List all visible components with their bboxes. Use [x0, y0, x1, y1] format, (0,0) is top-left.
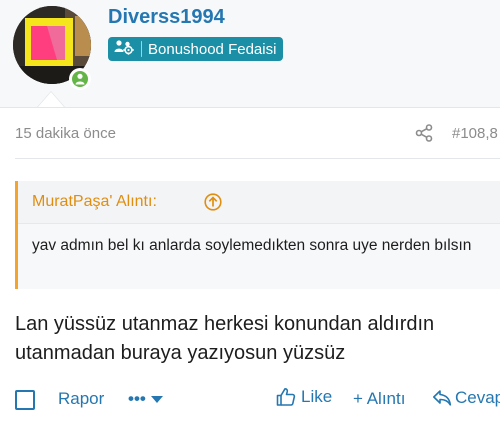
- user-title-badge: Bonushood Fedaisi: [108, 37, 284, 61]
- post-page: Diverss1994 Bonushood Fedaisi 15 dakika …: [0, 0, 500, 431]
- quote-header: MuratPaşa' Alıntı:: [18, 181, 500, 224]
- post-number-link[interactable]: #108,8: [452, 125, 498, 142]
- online-status-indicator: [69, 68, 91, 90]
- username-link[interactable]: Diverss1994: [108, 6, 225, 29]
- select-post-checkbox[interactable]: [15, 390, 35, 410]
- like-label: Like: [301, 387, 333, 406]
- chevron-down-icon: [150, 395, 163, 403]
- quote-block: MuratPaşa' Alıntı: yav admın bel kı anla…: [15, 181, 500, 289]
- share-icon[interactable]: [415, 124, 433, 147]
- post-user-header: Diverss1994 Bonushood Fedaisi: [0, 0, 500, 108]
- quote-author-link[interactable]: MuratPaşa' Alıntı:: [32, 193, 157, 211]
- report-link[interactable]: Rapor: [58, 389, 104, 409]
- post-actions-bar: Rapor ••• Like + Alıntı Cevap: [0, 383, 500, 417]
- badge-label: Bonushood Fedaisi: [148, 40, 277, 58]
- thumbs-up-icon: [276, 388, 296, 406]
- users-cog-icon: [114, 39, 134, 59]
- more-dots: •••: [128, 389, 146, 408]
- header-caret: [38, 92, 64, 107]
- more-actions-menu[interactable]: •••: [128, 389, 163, 409]
- post-meta-row: 15 dakika önce #108,8: [15, 108, 500, 159]
- like-button[interactable]: Like: [276, 387, 332, 407]
- quote-text: yav admın bel kı anlarda soylemedıkten s…: [32, 237, 472, 254]
- arrow-circle-up-icon[interactable]: [204, 193, 222, 216]
- avatar-container[interactable]: [13, 6, 91, 90]
- reply-label: Cevap: [455, 388, 500, 407]
- post-message: Lan yüssüz utanmaz herkesi konundan aldı…: [15, 313, 435, 364]
- post-timestamp[interactable]: 15 dakika önce: [15, 125, 116, 142]
- quote-button[interactable]: + Alıntı: [353, 389, 405, 409]
- reply-button[interactable]: Cevap: [432, 388, 500, 408]
- reply-icon: [433, 390, 452, 406]
- user-online-icon: [75, 73, 85, 85]
- badge-divider: [141, 41, 142, 57]
